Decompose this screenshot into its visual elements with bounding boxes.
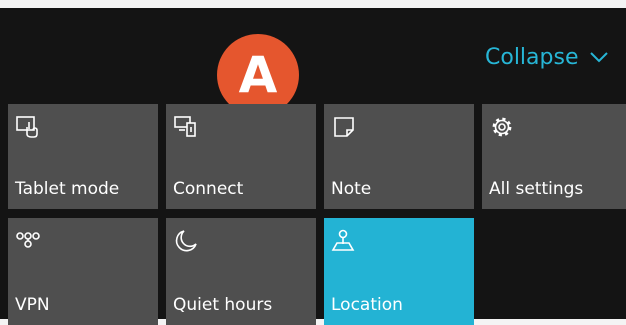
quick-action-location[interactable]: Location: [324, 218, 474, 325]
collapse-label: Collapse: [485, 44, 579, 70]
moon-icon: [173, 228, 199, 254]
tile-label: All settings: [489, 179, 584, 199]
tile-label: Tablet mode: [15, 179, 120, 199]
quick-action-all-settings[interactable]: All settings: [482, 104, 626, 209]
quick-action-quiet-hours[interactable]: Quiet hours: [166, 218, 316, 325]
chevron-down-icon: [589, 51, 609, 63]
action-center-panel: A Collapse Tablet mode Connect Note All …: [0, 8, 626, 325]
tile-label: Connect: [173, 179, 244, 199]
collapse-button[interactable]: Collapse: [485, 42, 609, 72]
tile-label: Note: [331, 179, 372, 199]
gear-icon: [489, 114, 515, 140]
quick-actions-grid: Tablet mode Connect Note All settings VP…: [8, 104, 626, 325]
location-icon: [331, 228, 357, 254]
connect-icon: [173, 114, 199, 140]
tile-label: Location: [331, 295, 403, 315]
tile-label: Quiet hours: [173, 295, 273, 315]
vpn-icon: [15, 228, 41, 254]
quick-action-vpn[interactable]: VPN: [8, 218, 158, 325]
quick-action-connect[interactable]: Connect: [166, 104, 316, 209]
quick-action-note[interactable]: Note: [324, 104, 474, 209]
note-icon: [331, 114, 357, 140]
tablet-mode-icon: [15, 114, 41, 140]
tile-label: VPN: [15, 295, 50, 315]
quick-action-tablet-mode[interactable]: Tablet mode: [8, 104, 158, 209]
